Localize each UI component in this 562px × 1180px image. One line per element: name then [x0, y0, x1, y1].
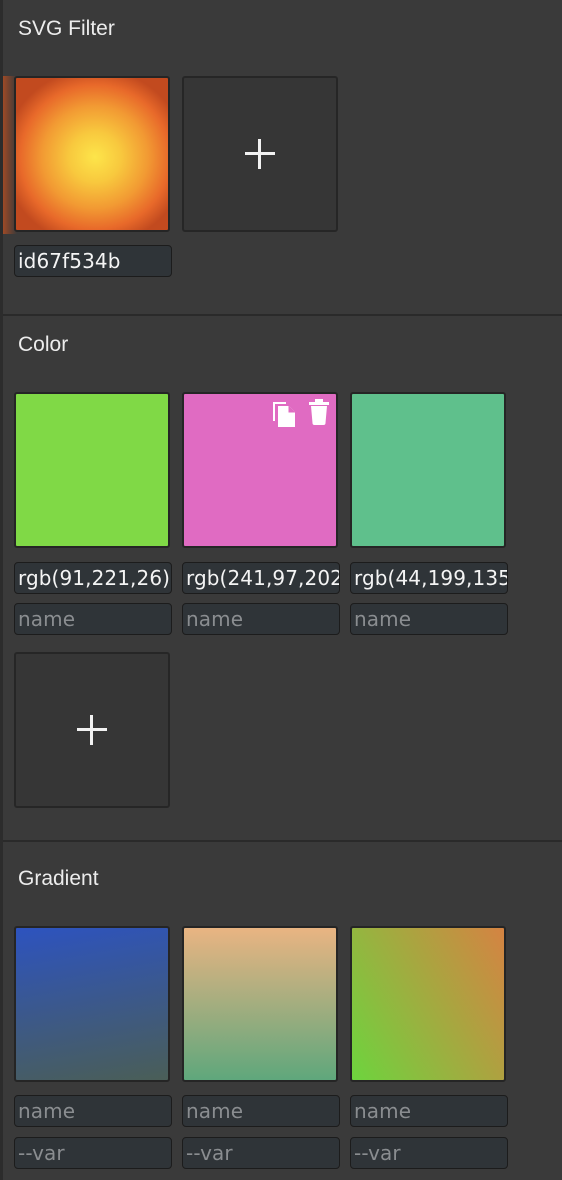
- gradient-title: Gradient: [18, 867, 99, 890]
- swatch-actions: [270, 398, 330, 428]
- trash-icon[interactable]: [308, 398, 330, 426]
- gradient-name-field[interactable]: name: [182, 1095, 340, 1127]
- color-title: Color: [18, 333, 69, 356]
- gradient-swatch[interactable]: [14, 926, 170, 1082]
- color-name-field[interactable]: name: [182, 603, 340, 635]
- gradient-var-field[interactable]: --var: [350, 1137, 508, 1169]
- color-name-field[interactable]: name: [14, 603, 172, 635]
- plus-icon: [245, 139, 275, 169]
- color-value-field[interactable]: rgb(91,221,26): [14, 562, 172, 594]
- color-value-field[interactable]: rgb(241,97,202): [182, 562, 340, 594]
- color-value-field[interactable]: rgb(44,199,135): [350, 562, 508, 594]
- gradient-name-field[interactable]: name: [14, 1095, 172, 1127]
- gradient-swatch[interactable]: [182, 926, 338, 1082]
- gradient-name-field[interactable]: name: [350, 1095, 508, 1127]
- section-divider: [3, 314, 562, 316]
- color-swatch[interactable]: [350, 392, 506, 548]
- section-divider: [3, 840, 562, 842]
- plus-icon: [77, 715, 107, 745]
- color-swatch[interactable]: [182, 392, 338, 548]
- add-svg-filter-button[interactable]: [182, 76, 338, 232]
- gradient-swatch[interactable]: [350, 926, 506, 1082]
- gradient-var-field[interactable]: --var: [14, 1137, 172, 1169]
- gradient-var-field[interactable]: --var: [182, 1137, 340, 1169]
- svg-filter-id-field[interactable]: id67f534b: [14, 245, 172, 277]
- add-color-button[interactable]: [14, 652, 170, 808]
- color-swatch[interactable]: [14, 392, 170, 548]
- copy-icon[interactable]: [270, 398, 298, 428]
- svg-filter-title: SVG Filter: [18, 17, 115, 40]
- svg-filter-preview[interactable]: [14, 76, 170, 232]
- color-name-field[interactable]: name: [350, 603, 508, 635]
